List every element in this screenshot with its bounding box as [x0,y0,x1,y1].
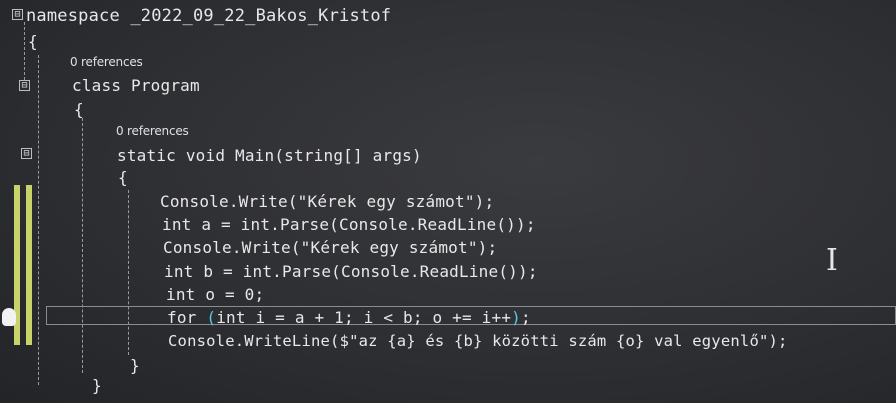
code-line-5[interactable]: int o = 0; [166,285,264,304]
main-declaration[interactable]: static void Main(string[] args) [117,146,422,165]
code-line-6[interactable]: for (int i = a + 1; i < b; o += i++); [167,308,531,327]
text-cursor-icon: I [826,243,838,278]
change-indicator-bar-2 [26,185,32,345]
code-line-3[interactable]: Console.Write("Kérek egy számot"); [163,238,497,257]
namespace-guide [38,55,39,385]
code-line-4[interactable]: int b = int.Parse(Console.ReadLine()); [164,262,538,281]
main-codelens[interactable]: 0 references [116,124,189,138]
class-codelens[interactable]: 0 references [70,55,143,69]
class-open-brace[interactable]: { [74,100,84,119]
code-line-2[interactable]: int a = int.Parse(Console.ReadLine()); [162,215,536,234]
main-open-brace[interactable]: { [118,168,128,187]
collapse-method-icon[interactable]: ⊟ [21,148,32,159]
collapse-namespace-icon[interactable]: ⊟ [12,9,23,20]
class-close-brace[interactable]: } [92,376,102,395]
code-line-7[interactable]: Console.WriteLine($"az {a} és {b} között… [168,332,788,350]
namespace-line[interactable]: namespace _2022_09_22_Bakos_Kristof [26,6,391,26]
close-paren-match: ) [511,308,522,327]
lightbulb-icon[interactable] [2,308,16,326]
statement-end: ; [521,308,531,327]
method-guide [128,190,129,355]
for-keyword: for [167,308,207,327]
class-declaration[interactable]: class Program [72,76,200,95]
code-line-1[interactable]: Console.Write("Kérek egy számot"); [160,192,494,211]
collapse-class-icon[interactable]: ⊟ [19,80,30,91]
fold-region-guide [24,22,25,80]
for-clause: int i = a + 1; i < b; o += i++ [216,308,512,327]
main-close-brace[interactable]: } [130,356,140,375]
namespace-open-brace[interactable]: { [28,32,38,51]
class-guide [82,118,83,373]
open-paren-match: ( [206,308,217,327]
